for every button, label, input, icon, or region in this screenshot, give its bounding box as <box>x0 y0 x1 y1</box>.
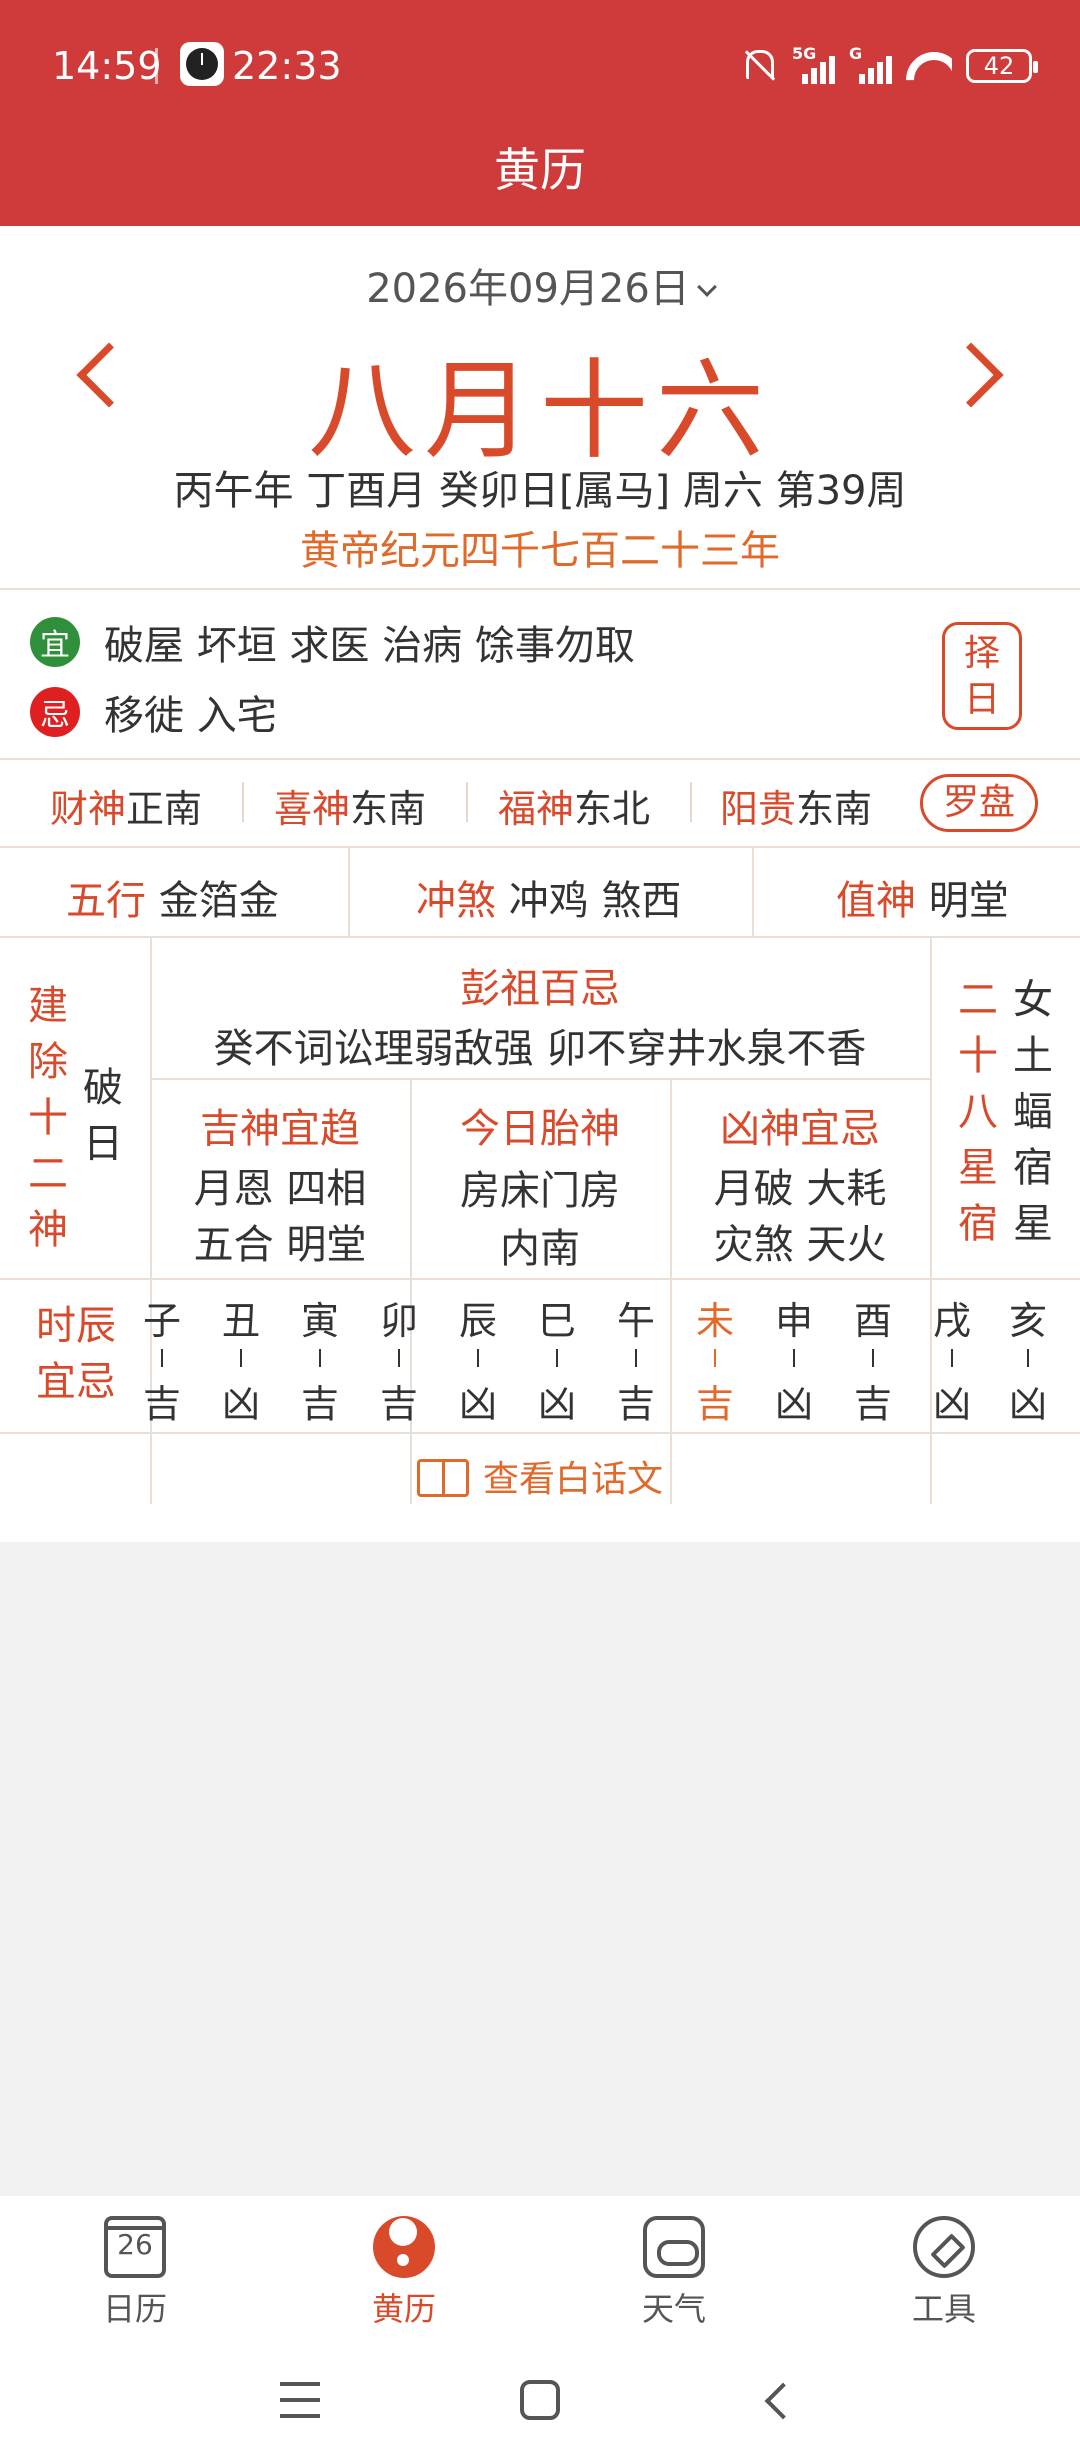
nav-label: 日历 <box>102 2290 167 2328</box>
nav-tools[interactable]: 工具 <box>884 2216 1004 2330</box>
jishen-line2: 五合 明堂 <box>193 1222 367 1268</box>
xiongshen-label: 凶神宜忌 <box>720 1106 880 1152</box>
chevron-down-icon <box>696 277 717 297</box>
nav-weather[interactable]: 天气 <box>614 2216 734 2330</box>
divider <box>242 782 244 822</box>
calendar-icon: 26 <box>104 2216 166 2278</box>
status-clock-time: 22:33 <box>232 44 342 88</box>
ji-row: 忌 移徙 入宅 <box>30 684 277 740</box>
hour-item: 戌凶 <box>932 1299 971 1426</box>
xiongshen-line1: 月破 大耗 <box>713 1166 887 1212</box>
divider <box>348 846 350 936</box>
huangdi-era: 黄帝纪元四千七百二十三年 <box>300 528 780 574</box>
hour-item: 巳凶 <box>537 1299 576 1426</box>
compass-icon <box>913 2216 975 2278</box>
date-selector[interactable]: 2026年09月26日 <box>0 256 1080 314</box>
weather-icon <box>643 2216 705 2278</box>
xiongshen-line2: 灾煞 天火 <box>713 1222 887 1268</box>
status-bar: 14:59 22:33 5G G 42 <box>0 38 1080 94</box>
signal-g-icon: G <box>849 44 892 84</box>
bottom-navigation: 26 日历 黄历 天气 工具 <box>0 2196 1080 2340</box>
yi-row: 宜 破屋 坏垣 求医 治病 馀事勿取 <box>30 614 635 670</box>
divider <box>150 1078 930 1080</box>
date-selector-label: 2026年09月26日 <box>366 266 690 312</box>
jianchu-value: 破日 <box>83 1065 123 1167</box>
book-icon <box>416 1459 469 1497</box>
wuxing: 五行 金箔金 <box>66 878 279 924</box>
choose-day-button[interactable]: 择日 <box>942 622 1022 730</box>
taishen-line1: 房床门房 <box>460 1168 620 1214</box>
home-icon[interactable] <box>520 2380 560 2420</box>
jishen-label: 吉神宜趋 <box>200 1106 360 1152</box>
app-header: 14:59 22:33 5G G 42 黄历 <box>0 0 1080 226</box>
hour-item: 申凶 <box>774 1299 813 1426</box>
taishen-label: 今日胎神 <box>460 1106 620 1152</box>
status-icons: 5G G 42 <box>738 38 1038 94</box>
recents-menu-icon[interactable] <box>280 2382 320 2418</box>
zhishen: 值神 明堂 <box>836 878 1009 924</box>
divider <box>0 846 1080 848</box>
system-navigation-bar <box>0 2340 1080 2460</box>
divider <box>0 936 1080 938</box>
god-xi: 喜神东南 <box>274 787 427 831</box>
back-icon[interactable] <box>764 2382 802 2420</box>
chongsha: 冲煞 冲鸡 煞西 <box>416 878 682 924</box>
view-vernacular-link[interactable]: 查看白话文 <box>0 1450 1080 1502</box>
hour-item-current: 未吉 <box>695 1299 734 1426</box>
god-cai: 财神正南 <box>50 787 203 831</box>
status-separator <box>155 48 158 84</box>
jianchu-label: 建除十二神 <box>28 983 68 1253</box>
nav-label: 黄历 <box>371 2290 436 2328</box>
ji-badge: 忌 <box>30 687 80 737</box>
compass-button[interactable]: 罗盘 <box>920 774 1038 832</box>
hours-label: 时辰 宜忌 <box>36 1303 116 1405</box>
hour-item: 子吉 <box>142 1299 181 1426</box>
yi-badge: 宜 <box>30 617 80 667</box>
status-time: 14:59 <box>52 44 162 88</box>
taishen-line2: 内南 <box>500 1226 580 1272</box>
view-vernacular-label: 查看白话文 <box>482 1459 663 1500</box>
hour-item: 酉吉 <box>853 1299 892 1426</box>
divider <box>0 758 1080 760</box>
god-fu: 福神东北 <box>498 787 651 831</box>
compass-label: 罗盘 <box>942 782 1015 823</box>
god-yanggui: 阳贵东南 <box>720 787 873 831</box>
hour-item: 辰凶 <box>458 1299 497 1426</box>
nav-label: 工具 <box>911 2290 976 2328</box>
choose-day-label: 择日 <box>963 633 1000 720</box>
almanac-card: 2026年09月26日 八月十六 丙午年 丁酉月 癸卯日[属马] 周六 第39周… <box>0 226 1080 1542</box>
signal-5g-icon: 5G <box>792 44 835 84</box>
divider <box>690 782 692 822</box>
nav-almanac[interactable]: 黄历 <box>344 2216 464 2330</box>
ganzhi-line: 丙午年 丁酉月 癸卯日[属马] 周六 第39周 <box>173 468 907 514</box>
hour-item: 卯吉 <box>379 1299 418 1426</box>
wifi-icon <box>906 46 952 86</box>
hour-item: 寅吉 <box>300 1299 339 1426</box>
pengzu-text: 癸不词讼理弱敌强 卯不穿井水泉不香 <box>213 1026 867 1072</box>
yi-text: 破屋 坏垣 求医 治病 馀事勿取 <box>104 623 635 669</box>
xiu28-label: 二十八星宿 <box>958 977 998 1247</box>
divider <box>0 1278 1080 1280</box>
ji-text: 移徙 入宅 <box>104 693 277 739</box>
pengzu-label: 彭祖百忌 <box>460 966 620 1012</box>
hour-item: 午吉 <box>616 1299 655 1426</box>
divider <box>0 1432 1080 1434</box>
hour-item: 丑凶 <box>221 1299 260 1426</box>
mute-bell-icon <box>738 46 778 86</box>
lunar-date: 八月十六 <box>307 349 772 474</box>
clock-app-icon <box>180 42 224 86</box>
jishen-line1: 月恩 四相 <box>193 1166 367 1212</box>
xiu28-value: 女土蝠宿星 <box>1013 977 1053 1247</box>
page-title: 黄历 <box>494 143 586 197</box>
divider <box>752 846 754 936</box>
nav-label: 天气 <box>641 2290 706 2328</box>
nav-calendar[interactable]: 26 日历 <box>75 2216 195 2330</box>
hour-item: 亥凶 <box>1008 1299 1047 1426</box>
divider <box>466 782 468 822</box>
divider <box>0 588 1080 590</box>
yinyang-icon <box>373 2216 435 2278</box>
battery-icon: 42 <box>966 49 1038 83</box>
